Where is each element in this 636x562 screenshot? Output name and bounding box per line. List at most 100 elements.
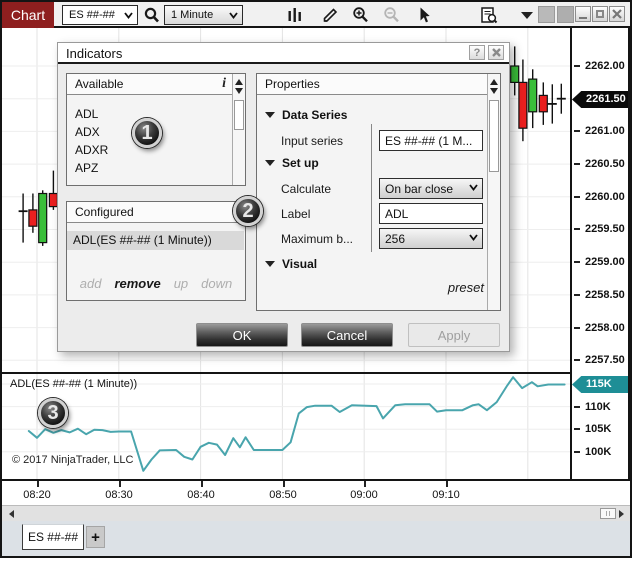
properties-header: Properties — [257, 74, 500, 95]
scrollbar-thumb[interactable] — [489, 100, 499, 172]
column-divider — [371, 124, 372, 252]
price-tick: 2262.00 — [572, 59, 628, 73]
chevron-down-icon — [469, 184, 478, 191]
ok-button[interactable]: OK — [196, 323, 288, 347]
properties-panel: Properties Data Series Input series ES #… — [256, 73, 501, 311]
collapse-triangle-icon — [265, 261, 275, 267]
configured-list-box: Configured ADL(ES ##-## (1 Minute)) add … — [66, 201, 246, 301]
price-tick: 2257.50 — [572, 353, 628, 367]
section-data-series[interactable]: Data Series — [265, 108, 347, 122]
scrollbar-thumb[interactable] — [600, 508, 616, 519]
label-field[interactable]: ADL — [379, 203, 483, 224]
info-icon[interactable]: i — [222, 76, 226, 92]
price-tick: 2260.00 — [572, 190, 628, 204]
candle-body — [38, 192, 48, 244]
callout-badge-3: 3 — [38, 398, 68, 428]
price-tick: 2259.00 — [572, 255, 628, 269]
add-tab-button[interactable]: + — [86, 526, 105, 548]
candle-body — [528, 78, 538, 113]
list-item-apz[interactable]: APZ — [67, 159, 232, 177]
maximum-bars-dropdown[interactable]: 256 — [379, 228, 483, 249]
scroll-left-button[interactable] — [4, 506, 18, 521]
indicator-tick: 100K — [572, 445, 628, 459]
time-axis[interactable]: 08:20 08:30 08:40 08:50 09:00 09:10 — [2, 479, 630, 505]
help-icon: ? — [473, 46, 481, 59]
search-icon[interactable] — [142, 6, 162, 25]
tab-bar: ES ##-## + — [2, 521, 630, 556]
indicator-tick: 110K — [572, 400, 628, 414]
interval-link-button[interactable] — [557, 6, 574, 23]
scroll-down-icon[interactable] — [235, 88, 243, 94]
scroll-up-icon[interactable] — [235, 79, 243, 85]
price-tick: 2258.50 — [572, 288, 628, 302]
preset-link[interactable]: preset — [448, 280, 484, 295]
instrument-dropdown[interactable]: ES ##-## — [62, 5, 138, 25]
input-series-label: Input series — [281, 134, 344, 148]
window-title-tab: Chart — [2, 2, 54, 28]
close-window-button[interactable] — [609, 6, 625, 22]
toolbar: Chart ES ##-## 1 Minute — [2, 2, 630, 28]
tab-es[interactable]: ES ##-## — [22, 524, 84, 550]
configured-item-selected[interactable]: ADL(ES ##-## (1 Minute)) — [67, 231, 244, 250]
minimize-button[interactable] — [575, 6, 591, 22]
cursor-icon[interactable] — [414, 6, 434, 25]
calculate-dropdown[interactable]: On bar close — [379, 178, 483, 199]
collapse-triangle-icon — [265, 112, 275, 118]
scroll-right-button[interactable] — [614, 506, 628, 521]
close-icon — [612, 9, 622, 19]
caret-down-icon[interactable] — [521, 12, 533, 19]
price-tick: 2258.00 — [572, 321, 628, 335]
price-tick: 2261.00 — [572, 124, 628, 138]
price-tick: 2260.50 — [572, 157, 628, 171]
scrollbar-thumb[interactable] — [234, 100, 244, 130]
interval-dropdown[interactable]: 1 Minute — [164, 5, 243, 25]
scroll-up-icon[interactable] — [490, 79, 498, 85]
properties-scrollbar[interactable] — [487, 74, 500, 310]
dialog-titlebar[interactable]: Indicators ? — [58, 43, 509, 64]
bar-type-icon[interactable] — [285, 6, 305, 25]
candle-body — [518, 81, 528, 129]
zoom-in-icon[interactable] — [351, 6, 371, 25]
time-tick: 09:10 — [425, 481, 467, 501]
available-header: Available — [67, 74, 245, 95]
chevron-down-icon — [469, 234, 478, 241]
draw-pencil-icon[interactable] — [320, 6, 340, 25]
candle-body — [28, 209, 38, 227]
available-scrollbar[interactable] — [232, 74, 245, 185]
help-button[interactable]: ? — [469, 45, 485, 60]
chevron-down-icon — [124, 12, 133, 19]
cancel-button[interactable]: Cancel — [301, 323, 393, 347]
section-visual[interactable]: Visual — [265, 257, 317, 271]
horizontal-scrollbar[interactable] — [2, 505, 630, 521]
chevron-down-icon — [229, 12, 238, 19]
axis-border — [628, 28, 630, 505]
restore-button[interactable] — [592, 6, 608, 22]
time-tick: 09:00 — [343, 481, 385, 501]
apply-button: Apply — [408, 323, 500, 347]
chart-trader-icon[interactable] — [479, 6, 499, 25]
calculate-label: Calculate — [281, 182, 332, 196]
maximum-bars-label: Maximum b... — [281, 232, 354, 246]
input-series-value: ES ##-## (1 M... — [385, 133, 473, 148]
section-label: Set up — [282, 156, 319, 170]
price-axis[interactable]: 2262.00 2261.00 2260.50 2260.00 2259.50 … — [570, 28, 630, 479]
time-tick: 08:20 — [16, 481, 58, 501]
candle-body — [538, 94, 548, 113]
dialog-title: Indicators — [66, 46, 123, 61]
down-link: down — [201, 276, 233, 291]
scroll-down-icon[interactable] — [490, 88, 498, 94]
input-series-field[interactable]: ES ##-## (1 M... — [379, 130, 483, 151]
dialog-close-button[interactable] — [488, 45, 504, 60]
time-tick: 08:40 — [180, 481, 222, 501]
chart-window: Chart ES ##-## 1 Minute 2262.00 2261.00 … — [0, 0, 632, 558]
collapse-triangle-icon — [265, 160, 275, 166]
configured-header: Configured — [67, 202, 245, 223]
time-tick: 08:30 — [98, 481, 140, 501]
instrument-link-button[interactable] — [538, 6, 555, 23]
copyright-text: © 2017 NinjaTrader, LLC — [12, 454, 134, 466]
calculate-value: On bar close — [385, 181, 454, 196]
section-label: Visual — [282, 257, 318, 271]
arrow-right-icon — [618, 509, 624, 518]
section-set-up[interactable]: Set up — [265, 156, 319, 170]
remove-link[interactable]: remove — [114, 276, 160, 291]
